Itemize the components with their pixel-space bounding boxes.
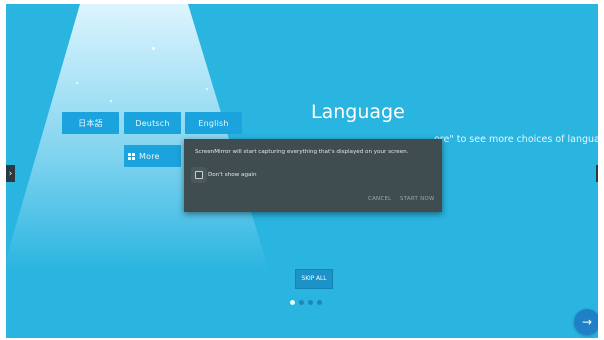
sparkle (110, 100, 112, 102)
sparkle (152, 47, 155, 50)
sparkle (76, 82, 78, 84)
start-now-button[interactable]: START NOW (400, 196, 435, 202)
page-indicator-dot-3 (308, 300, 313, 305)
page-indicator-dot-1 (290, 300, 295, 305)
language-hint-text: ore" to see more choices of language. (434, 134, 598, 145)
page-indicator-dot-4 (317, 300, 322, 305)
setup-screen: 日本語 Deutsch English More Language ore" t… (6, 4, 598, 338)
checkbox-icon[interactable] (195, 171, 203, 179)
cancel-button[interactable]: CANCEL (368, 196, 391, 202)
language-german-button[interactable]: Deutsch (124, 112, 181, 134)
chevron-left-icon: ‹ (597, 169, 598, 179)
sparkle (206, 88, 208, 90)
next-page-button[interactable]: ‹ (596, 165, 598, 182)
dont-show-again-label: Don't show again (208, 172, 257, 178)
chevron-right-icon: › (8, 168, 13, 179)
skip-all-button[interactable]: SKIP ALL (295, 269, 333, 289)
previous-page-button[interactable]: › (6, 165, 15, 182)
page-title: Language (311, 101, 405, 123)
language-more-button[interactable]: More (124, 145, 181, 167)
language-japanese-button[interactable]: 日本語 (62, 112, 119, 134)
more-label: More (139, 151, 160, 161)
arrow-right-icon: → (581, 315, 593, 329)
page-indicator-dot-2 (299, 300, 304, 305)
grid-icon (128, 152, 135, 160)
dialog-message: ScreenMirror will start capturing everyt… (195, 149, 409, 155)
next-button[interactable]: → (574, 309, 598, 335)
language-english-button[interactable]: English (185, 112, 242, 134)
dont-show-again-checkbox[interactable]: Don't show again (195, 171, 257, 179)
screen-capture-dialog: ScreenMirror will start capturing everyt… (184, 139, 442, 212)
